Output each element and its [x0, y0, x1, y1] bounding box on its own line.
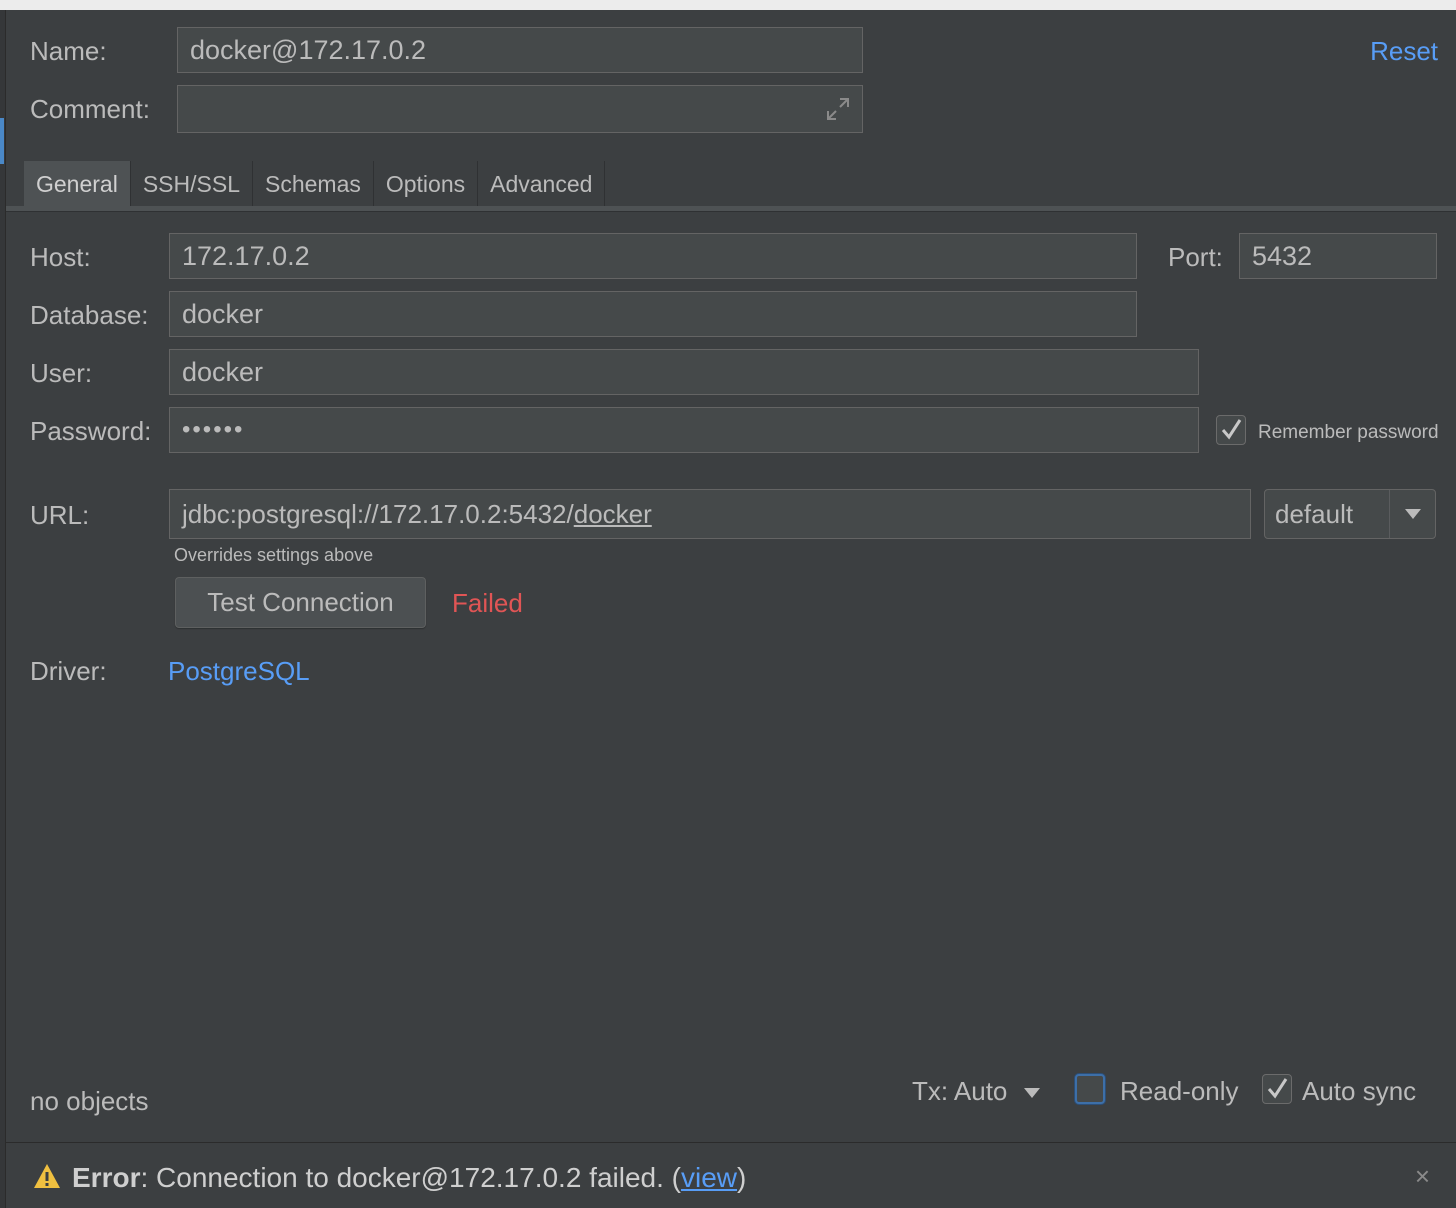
url-database-link[interactable]: docker: [574, 499, 652, 530]
read-only-label: Read-only: [1120, 1076, 1239, 1106]
comment-label: Comment:: [30, 94, 150, 124]
driver-label: Driver:: [30, 656, 107, 686]
remember-password-checkbox[interactable]: [1216, 415, 1246, 445]
read-only-checkbox[interactable]: [1075, 1074, 1105, 1104]
checkmark-icon: [1221, 419, 1242, 440]
left-sidebar-edge: [0, 10, 6, 1208]
name-input-value: docker@172.17.0.2: [190, 34, 427, 65]
tab-ssh-ssl[interactable]: SSH/SSL: [131, 161, 253, 207]
window-top-strip: [0, 0, 1456, 10]
host-input-value: 172.17.0.2: [182, 240, 310, 271]
objects-count: no objects: [30, 1086, 149, 1116]
tab-options[interactable]: Options: [374, 161, 479, 207]
database-label: Database:: [30, 300, 149, 330]
chevron-down-icon[interactable]: [1389, 490, 1435, 538]
auto-sync-label: Auto sync: [1302, 1076, 1417, 1106]
url-prefix: jdbc:postgresql://172.17.0.2:5432/: [182, 498, 574, 529]
tx-mode-dropdown[interactable]: Tx: Auto: [912, 1076, 1041, 1106]
tab-schemas[interactable]: Schemas: [253, 161, 374, 207]
name-input[interactable]: docker@172.17.0.2: [177, 27, 863, 73]
url-input[interactable]: jdbc:postgresql://172.17.0.2:5432/docker: [169, 489, 1251, 539]
tab-advanced[interactable]: Advanced: [478, 161, 606, 207]
error-prefix: Error: [72, 1162, 141, 1193]
tab-general[interactable]: General: [24, 161, 131, 207]
tx-mode-label: Tx: Auto: [912, 1076, 1008, 1106]
comment-input[interactable]: [177, 85, 863, 133]
password-label: Password:: [30, 416, 152, 446]
view-error-link[interactable]: view: [681, 1162, 737, 1193]
checkmark-icon: [1267, 1078, 1288, 1099]
auto-sync-checkbox[interactable]: [1262, 1074, 1292, 1104]
port-input[interactable]: 5432: [1239, 233, 1437, 279]
password-input-value: ••••••: [182, 416, 245, 443]
status-bar: Error: Connection to docker@172.17.0.2 f…: [6, 1142, 1456, 1208]
url-hint: Overrides settings above: [174, 545, 374, 565]
driver-link[interactable]: PostgreSQL: [168, 656, 310, 686]
chevron-down-icon: [1023, 1088, 1040, 1099]
database-input[interactable]: docker: [169, 291, 1137, 337]
reset-link[interactable]: Reset: [1370, 36, 1438, 66]
selected-datasource-marker: [0, 118, 4, 164]
error-message: Error: Connection to docker@172.17.0.2 f…: [72, 1163, 746, 1193]
test-status-text: Failed: [452, 588, 523, 618]
port-input-value: 5432: [1252, 240, 1313, 271]
error-close-paren: ): [737, 1162, 747, 1193]
host-label: Host:: [30, 242, 91, 272]
warning-icon: [34, 1164, 60, 1188]
tab-bar: General SSH/SSL Schemas Options Advanced: [24, 161, 606, 207]
password-input[interactable]: ••••••: [169, 407, 1199, 453]
expand-icon[interactable]: [824, 95, 852, 123]
user-input[interactable]: docker: [169, 349, 1199, 395]
url-label: URL:: [30, 500, 90, 530]
tab-underline: [6, 206, 1456, 212]
url-mode-select[interactable]: default: [1264, 489, 1436, 539]
error-text: Connection to docker@172.17.0.2 failed. …: [148, 1162, 682, 1193]
url-mode-value: default: [1275, 498, 1354, 529]
port-label: Port:: [1168, 242, 1223, 272]
database-input-value: docker: [182, 298, 264, 329]
remember-password-label: Remember password: [1258, 422, 1439, 443]
user-label: User:: [30, 358, 93, 388]
test-connection-button[interactable]: Test Connection: [175, 577, 426, 628]
user-input-value: docker: [182, 356, 264, 387]
close-icon[interactable]: ×: [1415, 1161, 1430, 1191]
name-label: Name:: [30, 36, 107, 66]
host-input[interactable]: 172.17.0.2: [169, 233, 1137, 279]
